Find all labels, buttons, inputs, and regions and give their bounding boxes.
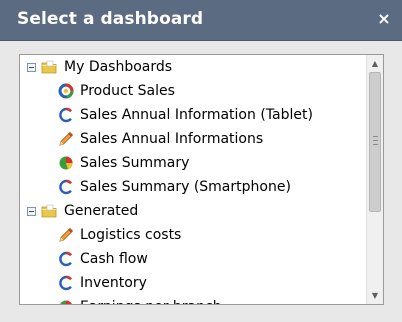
pencil-chart-icon [58,131,74,147]
tree-item-label: Sales Annual Informations [80,131,264,147]
collapse-toggle-icon[interactable] [27,207,36,216]
tree-item-label: Earnings per branch [80,299,222,304]
tree-item-label: Sales Summary [80,155,190,171]
dashboard-tree-panel: My Dashboards Product Sales Sales Annual… [19,54,384,305]
ring-chart-icon [58,251,74,267]
tree-item[interactable]: Sales Annual Informations [58,128,263,150]
dialog-titlebar[interactable]: Select a dashboard × [0,0,402,41]
dialog-title: Select a dashboard [17,9,204,29]
tree-item[interactable]: Sales Summary [58,152,189,174]
tree-item[interactable]: Logistics costs [58,224,181,246]
tree-item-label: Logistics costs [80,227,182,243]
close-icon[interactable]: × [376,10,392,28]
ring-chart-icon [58,107,74,123]
ring-chart-icon [58,179,74,195]
vertical-scrollbar[interactable]: ▲ ▼ [366,55,383,304]
pie-chart-icon [58,299,74,304]
scrollbar-grip-icon [373,136,378,145]
donut-chart-icon [58,83,74,99]
tree-item-label: Sales Annual Information (Tablet) [80,107,313,123]
folder-icon [41,59,57,75]
dashboard-tree: My Dashboards Product Sales Sales Annual… [20,55,366,304]
tree-folder-my-dashboards[interactable]: My Dashboards [41,56,172,78]
tree-folder-label: My Dashboards [64,59,173,75]
tree-folder-generated[interactable]: Generated [41,200,138,222]
tree-item-label: Inventory [80,275,147,291]
tree-item[interactable]: Earnings per branch [58,296,222,304]
scroll-up-arrow-icon[interactable]: ▲ [367,55,383,72]
tree-item[interactable]: Sales Annual Information (Tablet) [58,104,313,126]
scrollbar-thumb[interactable] [369,72,381,212]
tree-folder-label: Generated [64,203,139,219]
tree-item-label: Product Sales [80,83,175,99]
tree-item[interactable]: Inventory [58,272,147,294]
folder-icon [41,203,57,219]
ring-chart-icon [58,275,74,291]
tree-item-label: Cash flow [80,251,148,267]
scroll-down-arrow-icon[interactable]: ▼ [367,287,383,304]
tree-item[interactable]: Sales Summary (Smartphone) [58,176,291,198]
tree-item[interactable]: Cash flow [58,248,148,270]
pencil-chart-icon [58,227,74,243]
tree-item-label: Sales Summary (Smartphone) [80,179,291,195]
collapse-toggle-icon[interactable] [27,63,36,72]
select-dashboard-dialog: Select a dashboard × My Dashboards Produ… [0,0,402,322]
tree-item[interactable]: Product Sales [58,80,175,102]
pie-chart-icon [58,155,74,171]
